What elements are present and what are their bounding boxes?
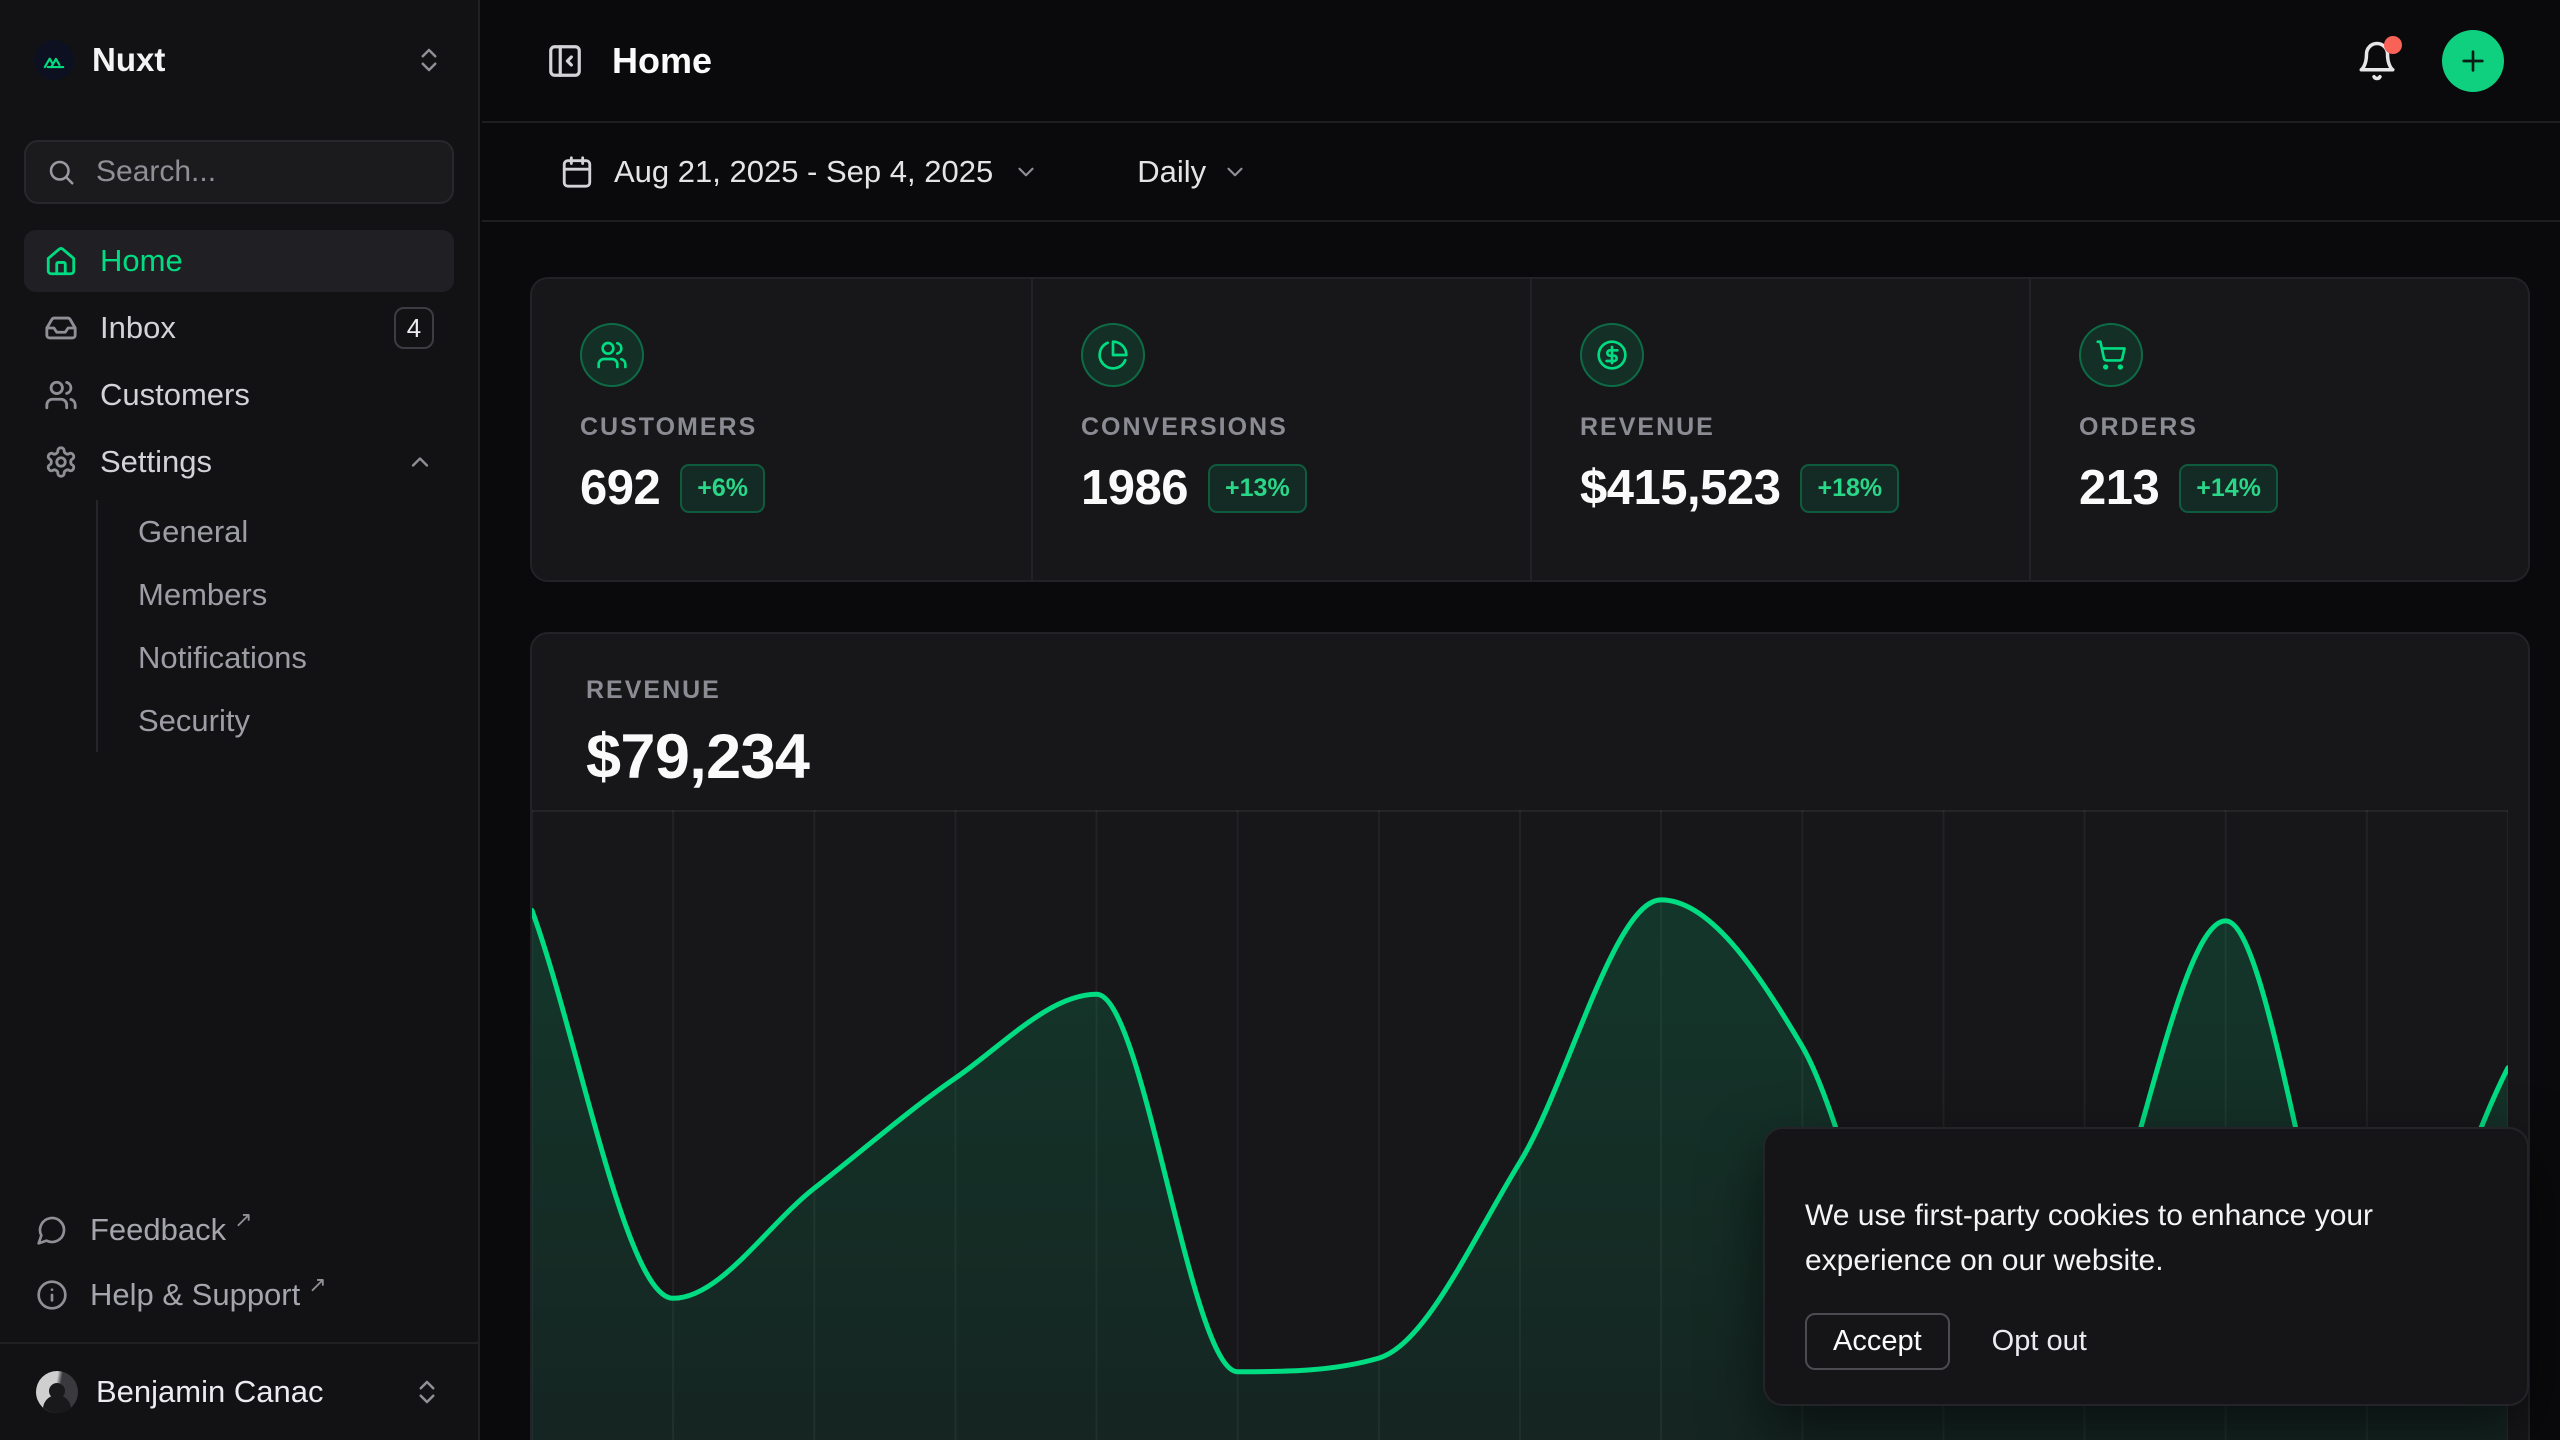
sidebar-nav: Home Inbox 4 C <box>24 230 454 752</box>
cart-icon <box>2079 323 2143 387</box>
sidebar-item-label: Home <box>100 243 183 279</box>
sidebar-item-home[interactable]: Home <box>24 230 454 292</box>
search-icon <box>46 157 76 187</box>
chart-total-value: $79,234 <box>586 721 2474 793</box>
stats-card: CUSTOMERS 692 +6% CONVERSIONS 1986 <box>530 277 2530 582</box>
cookie-banner: We use first-party cookies to enhance yo… <box>1763 1127 2529 1406</box>
chart-header: REVENUE $79,234 <box>532 634 2528 793</box>
stat-label: REVENUE <box>1580 413 1981 442</box>
sidebar-item-security[interactable]: Security <box>128 689 454 752</box>
chevron-up-down-icon <box>414 45 444 75</box>
sidebar-item-inbox[interactable]: Inbox 4 <box>24 297 454 359</box>
stat-value: 692 <box>580 460 660 516</box>
stat-label: CUSTOMERS <box>580 413 983 442</box>
sidebar-item-label: Customers <box>100 377 250 413</box>
chevron-up-down-icon <box>412 1377 442 1407</box>
inbox-icon <box>44 311 78 345</box>
search-bar[interactable]: ⌘ K <box>24 140 454 204</box>
granularity-label: Daily <box>1137 154 1206 190</box>
stat-orders: ORDERS 213 +14% <box>2029 279 2528 580</box>
stat-delta-badge: +13% <box>1208 464 1307 513</box>
external-link-icon: ↗ <box>234 1207 252 1233</box>
workspace-name: Nuxt <box>92 41 414 79</box>
sidebar-item-notifications[interactable]: Notifications <box>128 626 454 689</box>
stat-customers: CUSTOMERS 692 +6% <box>532 279 1031 580</box>
page-title: Home <box>612 40 2356 82</box>
stat-delta-badge: +14% <box>2179 464 2278 513</box>
workspace-switcher[interactable]: Nuxt <box>24 30 454 90</box>
date-range-label: Aug 21, 2025 - Sep 4, 2025 <box>614 154 993 190</box>
page-header: Home <box>482 0 2560 123</box>
cookie-accept-button[interactable]: Accept <box>1805 1313 1950 1370</box>
dashboard-app: Nuxt ⌘ K Home <box>0 0 2560 1440</box>
stat-revenue: REVENUE $415,523 +18% <box>1530 279 2029 580</box>
cookie-message: We use first-party cookies to enhance yo… <box>1805 1193 2445 1283</box>
nuxt-logo-icon <box>34 40 74 80</box>
avatar <box>36 1371 78 1413</box>
users-icon <box>44 378 78 412</box>
search-input[interactable] <box>94 154 484 190</box>
filters-toolbar: Aug 21, 2025 - Sep 4, 2025 Daily <box>482 123 2560 222</box>
notifications-button[interactable] <box>2356 40 2398 82</box>
stat-conversions: CONVERSIONS 1986 +13% <box>1031 279 1530 580</box>
sidebar: Nuxt ⌘ K Home <box>0 0 480 1440</box>
gear-icon <box>44 445 78 479</box>
user-menu[interactable]: Benjamin Canac <box>24 1360 454 1424</box>
feedback-link[interactable]: Feedback ↗ <box>24 1199 454 1261</box>
stat-label: CONVERSIONS <box>1081 413 1482 442</box>
inbox-count-badge: 4 <box>394 307 434 349</box>
users-icon <box>580 323 644 387</box>
stat-value: 213 <box>2079 460 2159 516</box>
stat-value: $415,523 <box>1580 460 1780 516</box>
stat-value: 1986 <box>1081 460 1188 516</box>
chevron-up-icon <box>406 448 434 476</box>
user-name: Benjamin Canac <box>96 1374 412 1410</box>
help-support-link[interactable]: Help & Support ↗ <box>24 1264 454 1326</box>
stat-delta-badge: +18% <box>1800 464 1899 513</box>
sidebar-spacer <box>24 752 454 1199</box>
info-circle-icon <box>36 1279 68 1311</box>
sidebar-item-members[interactable]: Members <box>128 563 454 626</box>
granularity-select[interactable]: Daily <box>1123 144 1262 200</box>
stat-delta-badge: +6% <box>680 464 765 513</box>
sidebar-footer: Feedback ↗ Help & Support ↗ <box>24 1199 454 1342</box>
sidebar-item-label: Settings <box>100 444 406 480</box>
cookie-optout-button[interactable]: Opt out <box>1988 1315 2091 1368</box>
pie-chart-icon <box>1081 323 1145 387</box>
sidebar-collapse-button[interactable] <box>546 42 584 80</box>
notification-dot <box>2384 36 2402 54</box>
sidebar-item-settings[interactable]: Settings <box>24 431 454 493</box>
add-button[interactable] <box>2442 30 2504 92</box>
user-strip: Benjamin Canac <box>0 1342 478 1440</box>
sidebar-item-label: Inbox <box>100 310 394 346</box>
settings-submenu: General Members Notifications Security <box>96 500 454 752</box>
dollar-circle-icon <box>1580 323 1644 387</box>
sidebar-item-general[interactable]: General <box>128 500 454 563</box>
chart-label: REVENUE <box>586 676 2474 705</box>
calendar-icon <box>560 155 594 189</box>
sidebar-item-customers[interactable]: Customers <box>24 364 454 426</box>
chevron-down-icon <box>1013 159 1039 185</box>
stat-label: ORDERS <box>2079 413 2480 442</box>
date-range-picker[interactable]: Aug 21, 2025 - Sep 4, 2025 <box>546 144 1053 200</box>
home-icon <box>44 244 78 278</box>
external-link-icon: ↗ <box>308 1272 326 1298</box>
chevron-down-icon <box>1222 159 1248 185</box>
chat-bubble-icon <box>36 1214 68 1246</box>
